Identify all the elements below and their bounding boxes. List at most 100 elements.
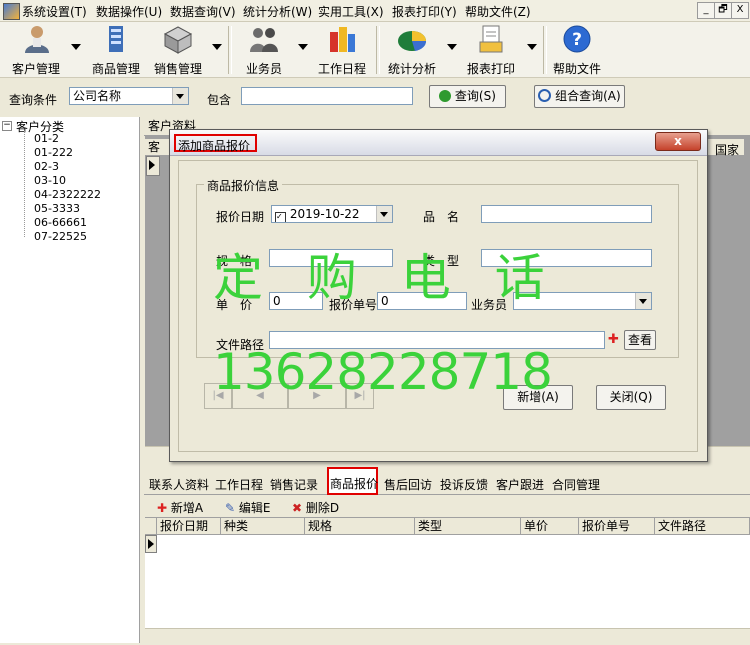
toolbar-product-label: 商品管理: [91, 62, 140, 76]
toolbar-sales-label: 销售管理: [153, 62, 202, 76]
tree-collapse-icon[interactable]: −: [2, 121, 12, 131]
query-input[interactable]: [241, 87, 413, 105]
close-button[interactable]: 关闭(Q): [596, 385, 666, 410]
col-quote-date[interactable]: 报价日期: [157, 518, 221, 535]
toolbar-salesman-label: 业务员: [245, 62, 282, 76]
tree-node[interactable]: 01-222: [34, 146, 73, 159]
tree-line: [24, 131, 26, 237]
category-tree: − 客户分类 01-2 01-222 02-3 03-10 04-2322222…: [0, 117, 140, 643]
group-title: 商品报价信息: [204, 177, 283, 194]
tree-node[interactable]: 07-22525: [34, 230, 87, 243]
delete-record-button[interactable]: ✖ 删除D: [292, 499, 339, 516]
search-button[interactable]: 查询(S): [429, 85, 506, 108]
row-indicator: [146, 156, 160, 176]
plus-icon: ✚: [157, 501, 168, 515]
toolbar-schedule-label: 工作日程: [317, 62, 366, 76]
tree-node[interactable]: 01-2: [34, 132, 59, 145]
search-button-label: 查询(S): [454, 89, 496, 103]
close-window-button[interactable]: X: [731, 2, 749, 19]
toolbar-schedule-button[interactable]: 工作日程: [314, 24, 370, 76]
delete-record-label: 删除D: [305, 501, 340, 515]
col-kind[interactable]: 种类: [221, 518, 305, 535]
tab-product-quote[interactable]: 商品报价: [327, 467, 378, 495]
tree-node[interactable]: 03-10: [34, 174, 66, 187]
tab-schedule[interactable]: 工作日程: [215, 476, 263, 493]
search-go-icon: [439, 90, 452, 102]
product-name-field[interactable]: [481, 205, 652, 223]
salesman-dropdown-icon[interactable]: [298, 44, 308, 50]
contains-label: 包含: [207, 93, 232, 107]
svg-text:?: ?: [572, 30, 582, 50]
menu-statistics[interactable]: 统计分析(W): [243, 3, 312, 20]
tab-contracts[interactable]: 合同管理: [552, 476, 600, 493]
schedule-icon: [330, 27, 355, 52]
quote-grid: 报价日期 种类 规格 类型 单价 报价单号 文件路径: [145, 517, 750, 645]
add-record-label: 新增A: [170, 501, 204, 515]
tab-complaints[interactable]: 投诉反馈: [440, 476, 488, 493]
statistics-dropdown-icon[interactable]: [447, 44, 457, 50]
chevron-down-icon[interactable]: [172, 88, 188, 104]
add-record-button[interactable]: ✚ 新增A: [157, 499, 203, 516]
customer-dropdown-icon[interactable]: [71, 44, 81, 50]
chevron-down-icon[interactable]: [635, 293, 651, 309]
customer-icon: [25, 26, 49, 53]
col-quote-no[interactable]: 报价单号: [579, 518, 655, 535]
query-field-value: 公司名称: [73, 89, 122, 103]
toolbar-customer-label: 客户管理: [11, 62, 60, 76]
menu-data-ops[interactable]: 数据操作(U): [96, 3, 162, 20]
restore-button[interactable]: 🗗: [714, 2, 732, 19]
tab-follow-up[interactable]: 客户跟进: [496, 476, 544, 493]
col-file-path[interactable]: 文件路径: [655, 518, 750, 535]
date-value: 2019-10-22: [289, 207, 360, 221]
toolbar-separator: [543, 26, 547, 74]
toolbar-statistics-button[interactable]: 统计分析: [384, 24, 440, 76]
toolbar-help-button[interactable]: ? 帮助文件: [549, 24, 605, 76]
toolbar: 客户管理 商品管理 销售管理 业务员 工作日程 统计分析 报表打印 ? 帮助文件: [0, 22, 750, 78]
tree-node[interactable]: 02-3: [34, 160, 59, 173]
dialog-close-button[interactable]: x: [655, 132, 701, 151]
tab-product-quote-label: 商品报价: [330, 477, 379, 491]
combined-query-button[interactable]: 组合查询(A): [534, 85, 625, 108]
menu-tools[interactable]: 实用工具(X): [318, 3, 384, 20]
col-type[interactable]: 类型: [415, 518, 521, 535]
menu-system[interactable]: 系统设置(T): [22, 3, 87, 20]
edit-record-label: 编辑E: [238, 501, 271, 515]
detail-tab-strip: 联系人资料 工作日程 销售记录 商品报价 售后回访 投诉反馈 客户跟进 合同管理: [144, 467, 750, 495]
menu-data-query[interactable]: 数据查询(V): [170, 3, 236, 20]
tab-contacts[interactable]: 联系人资料: [149, 476, 209, 493]
grid-header-customer: 客: [148, 140, 161, 154]
tree-node[interactable]: 05-3333: [34, 202, 80, 215]
minimize-button[interactable]: _: [697, 2, 715, 19]
date-picker[interactable]: ✓ 2019-10-22: [271, 205, 393, 223]
tree-node[interactable]: 06-66661: [34, 216, 87, 229]
toolbar-customer-button[interactable]: 客户管理: [8, 24, 64, 76]
sales-icon: [163, 26, 193, 54]
tab-after-sales[interactable]: 售后回访: [384, 476, 432, 493]
edit-record-button[interactable]: ✎ 编辑E: [225, 499, 270, 516]
col-price[interactable]: 单价: [521, 518, 579, 535]
horizontal-scrollbar[interactable]: [145, 628, 750, 645]
edit-icon: ✎: [225, 501, 236, 515]
col-spec[interactable]: 规格: [305, 518, 415, 535]
view-button[interactable]: 查看: [624, 330, 656, 350]
menu-report[interactable]: 报表打印(Y): [392, 3, 457, 20]
sales-dropdown-icon[interactable]: [212, 44, 222, 50]
query-condition-label: 查询条件: [9, 93, 58, 107]
tree-node[interactable]: 04-2322222: [34, 188, 101, 201]
help-icon: ?: [563, 25, 591, 53]
app-icon[interactable]: [3, 3, 20, 20]
menu-help[interactable]: 帮助文件(Z): [465, 3, 531, 20]
date-checkbox[interactable]: ✓: [275, 212, 286, 222]
name-label: 品 名: [423, 210, 460, 224]
chevron-down-icon[interactable]: [376, 206, 392, 222]
toolbar-sales-button[interactable]: 销售管理: [150, 24, 206, 76]
query-field-select[interactable]: 公司名称: [69, 87, 189, 105]
toolbar-report-button[interactable]: 报表打印: [463, 24, 519, 76]
report-dropdown-icon[interactable]: [527, 44, 537, 50]
toolbar-salesman-button[interactable]: 业务员: [236, 24, 292, 76]
toolbar-product-button[interactable]: 商品管理: [88, 24, 144, 76]
menu-bar: 系统设置(T) 数据操作(U) 数据查询(V) 统计分析(W) 实用工具(X) …: [0, 0, 750, 22]
magnifier-icon: [538, 89, 552, 102]
watermark-phone: 13628228718: [213, 343, 553, 401]
tab-sales-records[interactable]: 销售记录: [270, 476, 318, 493]
